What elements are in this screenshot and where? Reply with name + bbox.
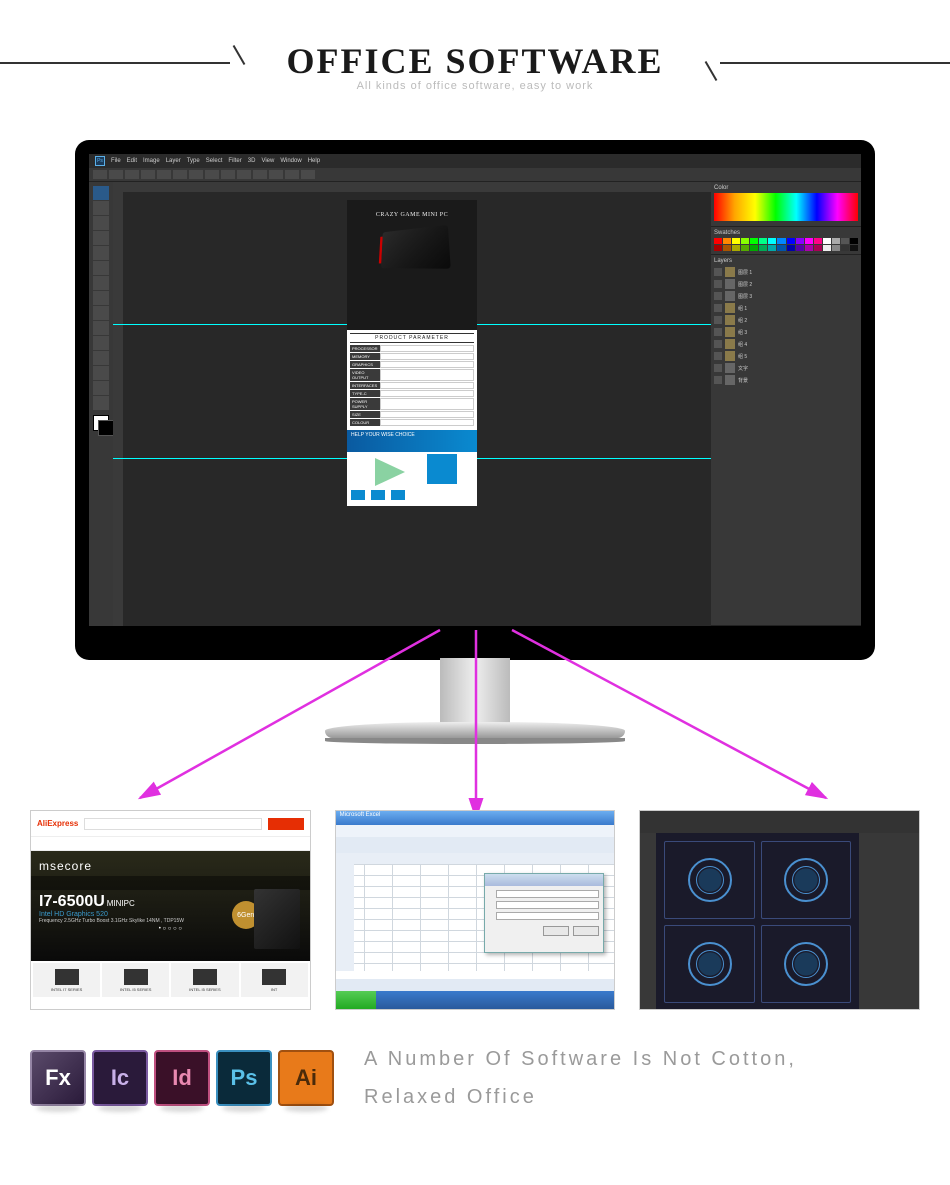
- page-title: OFFICE SOFTWARE: [0, 40, 950, 82]
- ai-canvas: [656, 833, 859, 1010]
- menu-item: Image: [143, 158, 160, 164]
- menu-item: Window: [280, 158, 301, 164]
- search-button: [268, 818, 304, 830]
- illustrator-icon: Ai: [278, 1050, 334, 1106]
- menu-item: Help: [308, 158, 320, 164]
- eyedropper-tool-icon: [93, 261, 109, 275]
- color-picker: [714, 193, 858, 221]
- ps-document: CRAZY GAME MINI PC PRODUCT PARAMETER PRO…: [347, 200, 477, 506]
- bottom-text: A Number Of Software Is Not Cotton, Rela…: [364, 1040, 920, 1116]
- product-image: [254, 889, 300, 949]
- menu-item: Select: [206, 158, 223, 164]
- doc-blue-banner: HELP YOUR WISE CHOICE: [347, 430, 477, 452]
- excel-titlebar: Microsoft Excel: [336, 811, 615, 825]
- shape-tool-icon: [93, 366, 109, 380]
- excel-menu: [336, 825, 615, 837]
- color-swatch-icon: [93, 415, 109, 431]
- software-icons: Fx Ic Id Ps Ai: [30, 1050, 334, 1106]
- aliexpress-logo: AliExpress: [37, 819, 78, 828]
- gradient-tool-icon: [93, 321, 109, 335]
- sheet-tabs: [336, 979, 615, 991]
- swatches: [714, 238, 858, 251]
- thumb-browser: AliExpress msecore I7-6500U MINIPC Intel…: [30, 810, 311, 1010]
- cpu-model: I7-6500U: [39, 893, 105, 910]
- marquee-tool-icon: [93, 201, 109, 215]
- dial-ui-3: [688, 942, 732, 986]
- doc-chart: [347, 452, 477, 506]
- dial-ui-1: [688, 858, 732, 902]
- ruler-horizontal: [113, 182, 711, 192]
- lasso-tool-icon: [93, 216, 109, 230]
- photoshop-screen: Ps File Edit Image Layer Type Select Fil…: [89, 154, 861, 626]
- bottom-section: Fx Ic Id Ps Ai A Number Of Software Is N…: [0, 1010, 950, 1116]
- menu-item: 3D: [248, 158, 256, 164]
- move-tool-icon: [93, 186, 109, 200]
- ps-panels: Color Swatches Layers 图层 1 图层 2: [711, 182, 861, 626]
- start-button: [336, 991, 376, 1009]
- menu-item: View: [261, 158, 274, 164]
- ps-canvas: CRAZY GAME MINI PC PRODUCT PARAMETER PRO…: [113, 182, 711, 626]
- product-render: [381, 225, 451, 269]
- menu-item: Filter: [228, 158, 241, 164]
- ai-tools: [640, 833, 656, 1010]
- dialog-title: [485, 874, 603, 886]
- excel-dialog: [484, 873, 604, 953]
- ps-options-bar: [89, 168, 861, 182]
- dial-ui-4: [784, 942, 828, 986]
- doc-title: CRAZY GAME MINI PC: [376, 212, 448, 218]
- stamp-tool-icon: [93, 291, 109, 305]
- hero-banner: msecore I7-6500U MINIPC Intel HD Graphic…: [31, 851, 310, 961]
- decor-line-left: [0, 62, 230, 64]
- pen-tool-icon: [93, 336, 109, 350]
- menu-item: Layer: [166, 158, 181, 164]
- menu-item: Edit: [127, 158, 137, 164]
- monitor-stand: [440, 658, 510, 728]
- fx-icon: Fx: [30, 1050, 86, 1106]
- store-bar: [31, 837, 310, 851]
- excel-toolbar: [336, 837, 615, 853]
- page-subtitle: All kinds of office software, easy to wo…: [0, 80, 950, 92]
- header: OFFICE SOFTWARE All kinds of office soft…: [0, 0, 950, 120]
- eraser-tool-icon: [93, 306, 109, 320]
- wand-tool-icon: [93, 231, 109, 245]
- incopy-icon: Ic: [92, 1050, 148, 1106]
- zoom-tool-icon: [93, 396, 109, 410]
- decor-line-right: [720, 62, 950, 64]
- product-strip: INTEL I7 SERIES INTEL I5 SERIES INTEL I5…: [31, 961, 310, 999]
- thumbnail-row: AliExpress msecore I7-6500U MINIPC Intel…: [0, 810, 950, 1010]
- ps-logo-icon: Ps: [95, 156, 105, 166]
- thumb-illustrator: [639, 810, 920, 1010]
- ps-toolbox: [89, 182, 113, 626]
- param-header: PRODUCT PARAMETER: [350, 333, 474, 343]
- text-tool-icon: [93, 351, 109, 365]
- excel-grid: [336, 853, 615, 971]
- ps-menubar: Ps File Edit Image Layer Type Select Fil…: [89, 154, 861, 168]
- indesign-icon: Id: [154, 1050, 210, 1106]
- hand-tool-icon: [93, 381, 109, 395]
- brand: msecore: [39, 859, 302, 873]
- monitor-base: [325, 722, 625, 738]
- ruler-vertical: [113, 192, 123, 626]
- monitor-bezel: Ps File Edit Image Layer Type Select Fil…: [75, 140, 875, 660]
- thumb-excel: Microsoft Excel: [335, 810, 616, 1010]
- menu-item: Type: [187, 158, 200, 164]
- menu-item: File: [111, 158, 121, 164]
- store-nav: [31, 876, 310, 890]
- taskbar: [336, 991, 615, 1009]
- photoshop-icon: Ps: [216, 1050, 272, 1106]
- dial-ui-2: [784, 858, 828, 902]
- brush-tool-icon: [93, 276, 109, 290]
- monitor: Ps File Edit Image Layer Type Select Fil…: [0, 120, 950, 810]
- ai-panels: [859, 833, 919, 1010]
- ai-topbar: [640, 811, 919, 833]
- crop-tool-icon: [93, 246, 109, 260]
- search-bar: [84, 818, 261, 830]
